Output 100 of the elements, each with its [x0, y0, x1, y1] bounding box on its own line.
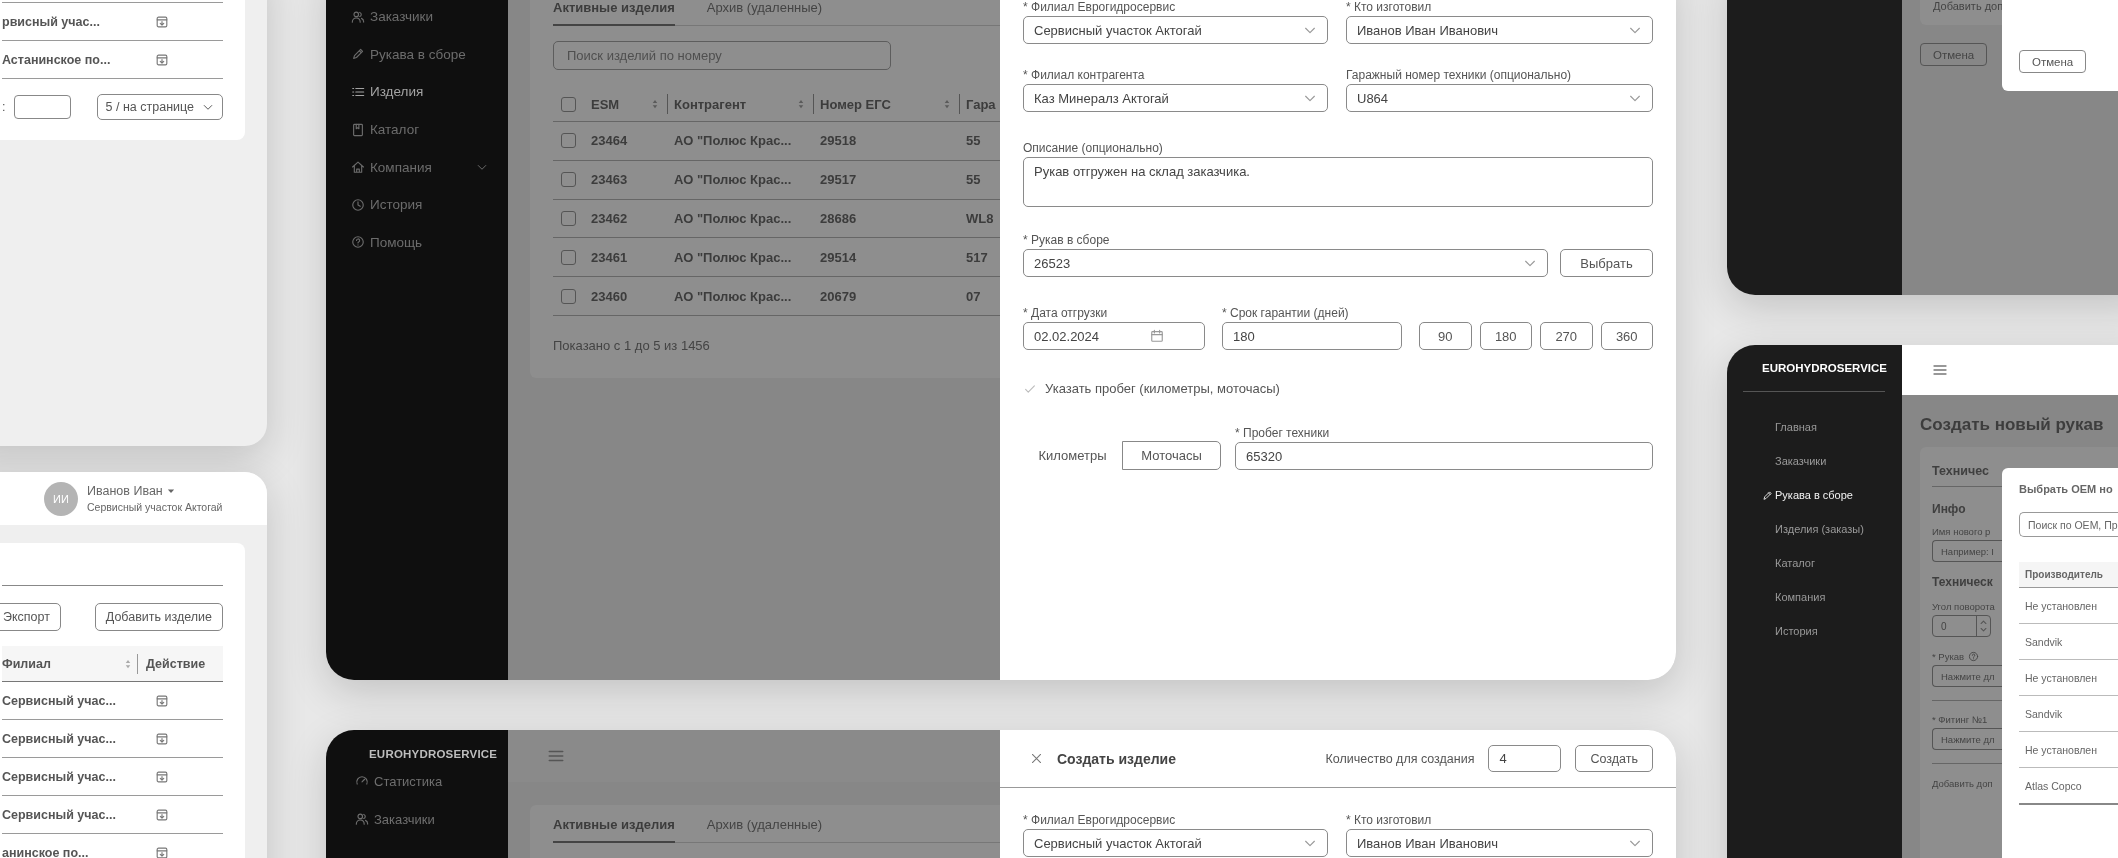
table-cell-text: 20679: [819, 288, 858, 304]
sidebar-item[interactable]: Заказчики: [355, 800, 508, 838]
field-label: Имя нового р: [1932, 526, 1991, 537]
sidebar-item[interactable]: Главная: [1727, 410, 1902, 444]
section-heading: Инфо: [1932, 502, 1966, 516]
sidebar-item[interactable]: Статистика: [355, 762, 508, 800]
users-icon: [351, 9, 365, 24]
table-row[interactable]: Не установлен: [2019, 588, 2118, 624]
toolbar-button[interactable]: Добавить изделие: [94, 603, 223, 631]
page-size-select[interactable]: 5 / на странице: [96, 94, 223, 120]
checkbox[interactable]: [561, 172, 576, 188]
toolbar-button[interactable]: Экспорт: [0, 603, 61, 631]
sidebar-item[interactable]: История: [1727, 614, 1902, 648]
column-header[interactable]: Производитель: [2025, 569, 2103, 580]
checkbox[interactable]: [561, 211, 576, 226]
sidebar-item[interactable]: Изделия: [351, 73, 488, 111]
table-row[interactable]: Sandvik: [2019, 624, 2118, 660]
tab[interactable]: Активные изделия: [553, 817, 675, 843]
table-cell-text: 23463: [590, 172, 629, 188]
table-cell-text: 55: [965, 133, 982, 149]
table-row[interactable]: Sandvik: [2019, 696, 2118, 732]
table-cell-text: Сервисный учас...: [2, 731, 117, 746]
select-field[interactable]: Каз Минералз Актогай: [1023, 84, 1328, 112]
column-header[interactable]: Гара: [966, 96, 1000, 112]
select-field[interactable]: 26523: [1023, 249, 1548, 277]
checkbox-label[interactable]: Указать пробег (километры, моточасы): [1045, 381, 1280, 396]
field-label: * Филиал Еврогидросервис: [1023, 0, 1177, 14]
sidebar-item[interactable]: Помощь: [351, 223, 488, 262]
select-field[interactable]: U864: [1346, 84, 1653, 112]
user-name[interactable]: Иванов Иван: [87, 484, 163, 498]
tab[interactable]: Активные изделия: [553, 0, 675, 26]
table-cell-text: 07: [965, 288, 982, 304]
checkbox[interactable]: [561, 96, 576, 112]
sidebar-item[interactable]: Компания: [1727, 580, 1902, 614]
preset-button[interactable]: 270: [1540, 322, 1593, 350]
modal-title: Выбрать OEM но: [2019, 483, 2114, 495]
table-cell-text: АО "Полюс Крас...: [673, 133, 793, 149]
book-icon: [351, 122, 365, 137]
field-label: Количество для создания: [1325, 751, 1475, 766]
quantity-field[interactable]: 4: [1488, 745, 1562, 772]
text-field[interactable]: 65320: [1235, 442, 1653, 470]
description-textarea[interactable]: Рукав отгружен на склад заказчика.: [1023, 157, 1653, 207]
field-label: * Фитинг №1: [1932, 714, 1988, 725]
table-row[interactable]: Не установлен: [2019, 732, 2118, 768]
select-field[interactable]: Иванов Иван Иванович: [1346, 829, 1653, 857]
create-button[interactable]: Создать: [1575, 745, 1653, 772]
sidebar-item[interactable]: Рукава в сборе: [1727, 478, 1902, 512]
menu-button[interactable]: [1932, 362, 1948, 378]
column-header: Действие: [146, 656, 206, 671]
sidebar-item[interactable]: Рукава в сборе: [351, 35, 488, 74]
field-label: Описание (опционально): [1023, 141, 1164, 155]
table-cell-text: анинское по...: [2, 845, 90, 858]
page-input[interactable]: [14, 95, 72, 119]
home-icon: [351, 160, 365, 175]
checkbox[interactable]: [561, 249, 576, 265]
table-cell-text: АО "Полюс Крас...: [673, 172, 793, 188]
checkbox[interactable]: [561, 288, 576, 304]
table-cell-text: 23464: [590, 133, 629, 149]
table-cell-text: 23461: [590, 249, 629, 265]
cancel-button[interactable]: Отмена: [2019, 50, 2087, 73]
sidebar-item[interactable]: Заказчики: [351, 0, 488, 36]
preset-button[interactable]: 360: [1600, 322, 1653, 350]
pencil-icon: [1762, 489, 1773, 501]
table-row[interactable]: Не установлен: [2019, 660, 2118, 696]
column-header[interactable]: Филиал: [2, 656, 122, 671]
text-field[interactable]: 180: [1222, 322, 1402, 350]
date-field[interactable]: 02.02.2024: [1023, 322, 1205, 350]
preset-button[interactable]: 90: [1419, 322, 1472, 350]
sidebar-item[interactable]: Заказчики: [1727, 444, 1902, 478]
list-icon: [351, 85, 365, 99]
column-header[interactable]: Номер ЕГС: [820, 96, 941, 112]
checkbox[interactable]: [561, 133, 576, 149]
select-field[interactable]: Сервисный участок Актогай: [1023, 16, 1328, 44]
table-cell-text: 29518: [819, 133, 858, 149]
calendar-icon: [1150, 329, 1164, 343]
section-heading: Техничес: [1932, 464, 1989, 478]
table-cell-text: рвисный учас...: [2, 14, 101, 29]
field-label: * Филиал контрагента: [1023, 68, 1146, 82]
user-branch: Сервисный участок Актогай: [87, 501, 223, 513]
column-header[interactable]: ESM: [591, 96, 649, 112]
sidebar-item[interactable]: Изделия (заказы): [1727, 512, 1902, 546]
sidebar-item[interactable]: Компания: [351, 148, 488, 186]
search-field[interactable]: Поиск по OEM, Пр: [2019, 512, 2118, 537]
table-cell-text: 23460: [590, 288, 629, 304]
table-cell-text: Сервисный учас...: [2, 769, 117, 784]
select-field[interactable]: Иванов Иван Иванович: [1346, 16, 1653, 44]
column-header[interactable]: Контрагент: [674, 96, 795, 112]
segment-option[interactable]: Моточасы: [1122, 441, 1221, 470]
choose-button[interactable]: Выбрать: [1560, 249, 1653, 277]
segment-option[interactable]: Километры: [1023, 441, 1122, 470]
field-label: * Пробег техники: [1235, 426, 1331, 440]
field-label: * Кто изготовил: [1346, 813, 1433, 827]
section-heading: Техническ: [1932, 575, 1993, 589]
select-field[interactable]: Сервисный участок Актогай: [1023, 829, 1328, 857]
preset-button[interactable]: 180: [1479, 322, 1532, 350]
drawer-title: Создать изделие: [1057, 750, 1177, 767]
sidebar-item[interactable]: Каталог: [351, 110, 488, 149]
close-button[interactable]: [1030, 752, 1043, 765]
sidebar-item[interactable]: Каталог: [1727, 546, 1902, 580]
sidebar-item[interactable]: История: [351, 185, 488, 224]
